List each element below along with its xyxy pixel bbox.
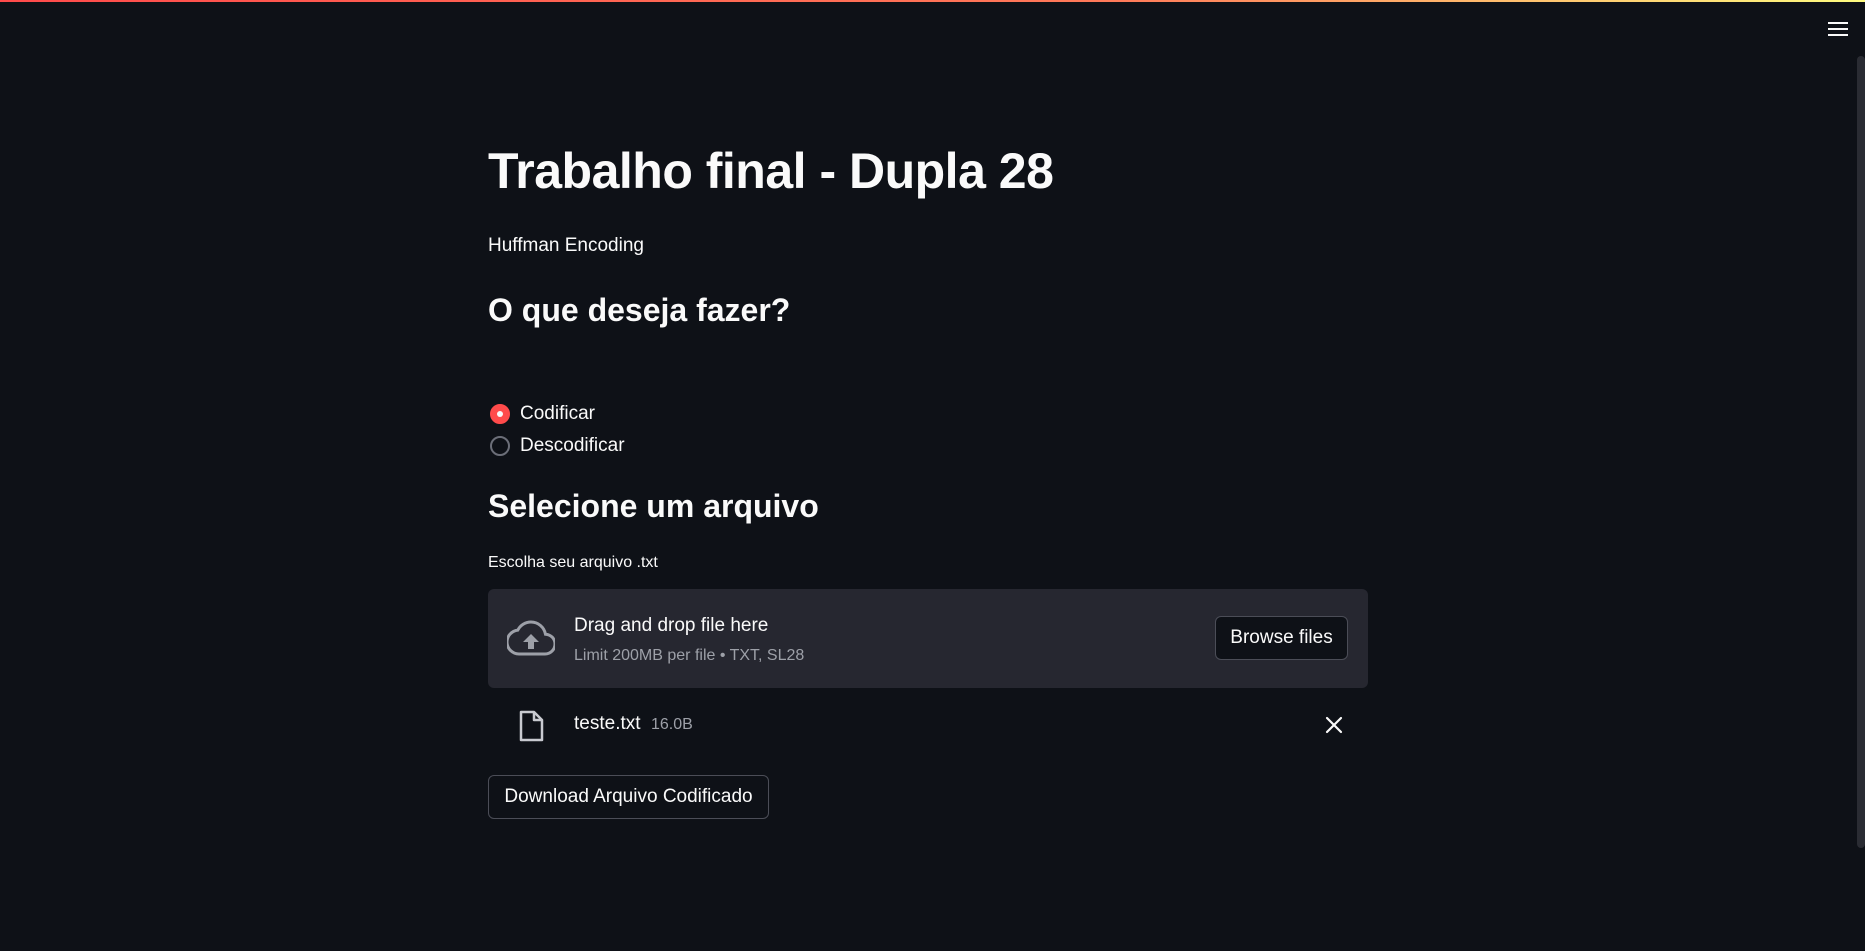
close-icon[interactable] (1324, 715, 1344, 735)
radio-option-descodificar[interactable]: Descodificar (490, 430, 625, 462)
file-dropzone[interactable]: Drag and drop file here Limit 200MB per … (488, 589, 1368, 688)
cloud-upload-icon (507, 620, 555, 656)
radio-label: Codificar (520, 403, 595, 424)
radio-label: Descodificar (520, 435, 625, 456)
download-button[interactable]: Download Arquivo Codificado (488, 775, 769, 819)
dropzone-limit: Limit 200MB per file • TXT, SL28 (574, 647, 805, 664)
radio-button[interactable] (490, 436, 510, 456)
file-icon (519, 710, 544, 742)
dropzone-title: Drag and drop file here (574, 615, 769, 636)
browse-files-button[interactable]: Browse files (1215, 616, 1348, 660)
uploaded-file-size: 16.0B (651, 716, 693, 733)
top-decoration-line (0, 0, 1865, 2)
scrollbar[interactable] (1857, 56, 1865, 848)
page-title: Trabalho final - Dupla 28 (488, 143, 1054, 199)
page-subtitle: Huffman Encoding (488, 235, 644, 256)
uploader-label: Escolha seu arquivo .txt (488, 554, 658, 571)
radio-option-codificar[interactable]: Codificar (490, 398, 625, 430)
action-heading: O que deseja fazer? (488, 292, 791, 328)
radio-button-checked[interactable] (490, 404, 510, 424)
action-radio-group: Codificar Descodificar (490, 398, 625, 462)
hamburger-menu-icon[interactable] (1825, 16, 1851, 42)
uploaded-file-row: teste.txt 16.0B (488, 706, 1368, 746)
file-heading: Selecione um arquivo (488, 488, 819, 524)
uploaded-file-name: teste.txt (574, 713, 641, 734)
